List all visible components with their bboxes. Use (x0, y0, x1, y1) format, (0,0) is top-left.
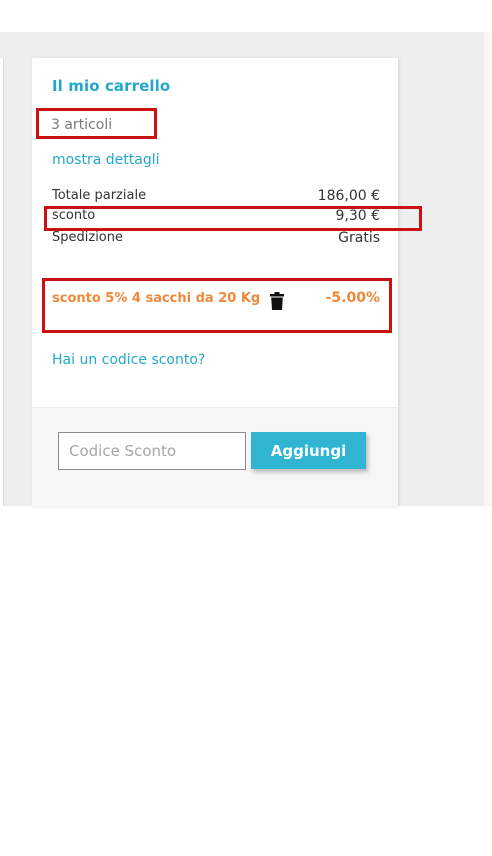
subtotal-row: Totale parziale 186,00 € (52, 188, 380, 206)
left-panel-edge (0, 58, 4, 506)
cart-title: Il mio carrello (52, 77, 171, 95)
highlight-box-applied-discount (42, 278, 392, 333)
promo-code-link[interactable]: Hai un codice sconto? (52, 352, 205, 368)
subtotal-label: Totale parziale (52, 188, 147, 203)
highlight-box-item-count (36, 108, 157, 139)
shipping-value: Gratis (338, 230, 380, 246)
promo-code-input[interactable] (58, 432, 246, 470)
shipping-label: Spedizione (52, 230, 123, 245)
apply-code-button[interactable]: Aggiungi (251, 432, 366, 469)
show-details-link[interactable]: mostra dettagli (52, 152, 160, 168)
highlight-box-discount-row (44, 206, 422, 231)
subtotal-value: 186,00 € (317, 188, 380, 204)
card-bottom-section (32, 845, 398, 856)
right-panel-edge (484, 32, 492, 506)
shipping-row: Spedizione Gratis (52, 230, 380, 248)
